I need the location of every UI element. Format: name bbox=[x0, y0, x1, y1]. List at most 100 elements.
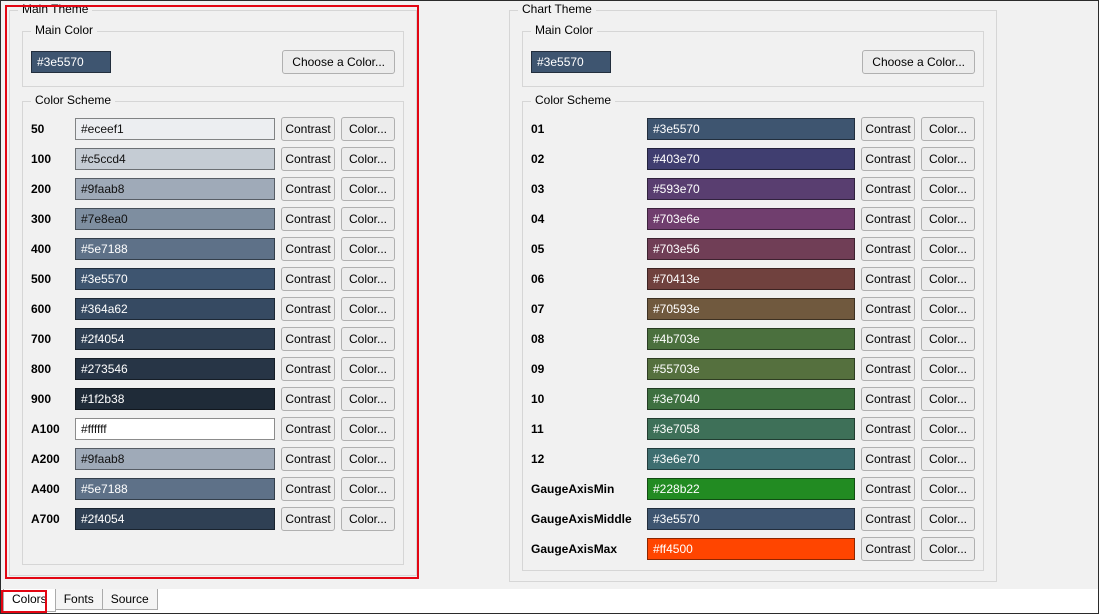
contrast-button[interactable]: Contrast bbox=[281, 447, 335, 471]
contrast-button[interactable]: Contrast bbox=[281, 507, 335, 531]
color-button[interactable]: Color... bbox=[921, 117, 975, 141]
tab-source[interactable]: Source bbox=[102, 589, 158, 610]
color-button[interactable]: Color... bbox=[341, 417, 395, 441]
color-value-field[interactable]: #593e70 bbox=[647, 178, 855, 200]
contrast-button[interactable]: Contrast bbox=[281, 207, 335, 231]
color-value-field[interactable]: #3e6e70 bbox=[647, 448, 855, 470]
color-value-field[interactable]: #273546 bbox=[75, 358, 275, 380]
color-button[interactable]: Color... bbox=[921, 477, 975, 501]
color-scheme-row: 08 #4b703e Contrast Color... bbox=[531, 328, 975, 350]
color-button[interactable]: Color... bbox=[921, 297, 975, 321]
color-value-field[interactable]: #364a62 bbox=[75, 298, 275, 320]
contrast-button[interactable]: Contrast bbox=[281, 267, 335, 291]
color-button[interactable]: Color... bbox=[341, 447, 395, 471]
color-value-field[interactable]: #228b22 bbox=[647, 478, 855, 500]
main-color-swatch[interactable]: #3e5570 bbox=[31, 51, 111, 73]
contrast-button[interactable]: Contrast bbox=[861, 357, 915, 381]
contrast-button[interactable]: Contrast bbox=[281, 117, 335, 141]
color-button[interactable]: Color... bbox=[341, 177, 395, 201]
contrast-button[interactable]: Contrast bbox=[861, 537, 915, 561]
color-value-field[interactable]: #c5ccd4 bbox=[75, 148, 275, 170]
color-button[interactable]: Color... bbox=[341, 297, 395, 321]
color-button[interactable]: Color... bbox=[341, 267, 395, 291]
contrast-button[interactable]: Contrast bbox=[861, 507, 915, 531]
color-button[interactable]: Color... bbox=[921, 237, 975, 261]
tab-fonts[interactable]: Fonts bbox=[55, 589, 103, 610]
contrast-button[interactable]: Contrast bbox=[861, 327, 915, 351]
color-value-field[interactable]: #ff4500 bbox=[647, 538, 855, 560]
color-value-field[interactable]: #70593e bbox=[647, 298, 855, 320]
color-button[interactable]: Color... bbox=[341, 387, 395, 411]
contrast-button[interactable]: Contrast bbox=[861, 387, 915, 411]
choose-color-button[interactable]: Choose a Color... bbox=[282, 50, 395, 74]
color-button[interactable]: Color... bbox=[341, 147, 395, 171]
main-theme-color-scheme-group: Color Scheme 50 #eceef1 Contrast Color..… bbox=[22, 101, 404, 565]
color-value-field[interactable]: #5e7188 bbox=[75, 478, 275, 500]
contrast-button[interactable]: Contrast bbox=[861, 177, 915, 201]
color-value-field[interactable]: #3e7058 bbox=[647, 418, 855, 440]
contrast-button[interactable]: Contrast bbox=[861, 267, 915, 291]
color-button[interactable]: Color... bbox=[921, 417, 975, 441]
color-value-field[interactable]: #55703e bbox=[647, 358, 855, 380]
color-value-field[interactable]: #703e56 bbox=[647, 238, 855, 260]
contrast-button[interactable]: Contrast bbox=[861, 447, 915, 471]
color-value-field[interactable]: #2f4054 bbox=[75, 508, 275, 530]
color-value-field[interactable]: #7e8ea0 bbox=[75, 208, 275, 230]
contrast-button[interactable]: Contrast bbox=[861, 417, 915, 441]
color-value-field[interactable]: #403e70 bbox=[647, 148, 855, 170]
color-button[interactable]: Color... bbox=[341, 327, 395, 351]
color-button[interactable]: Color... bbox=[921, 327, 975, 351]
color-value-field[interactable]: #9faab8 bbox=[75, 448, 275, 470]
color-button[interactable]: Color... bbox=[921, 357, 975, 381]
color-value-field[interactable]: #5e7188 bbox=[75, 238, 275, 260]
color-button[interactable]: Color... bbox=[921, 537, 975, 561]
color-button[interactable]: Color... bbox=[921, 387, 975, 411]
contrast-button[interactable]: Contrast bbox=[281, 327, 335, 351]
color-value-field[interactable]: #3e5570 bbox=[647, 118, 855, 140]
color-button[interactable]: Color... bbox=[921, 207, 975, 231]
main-color-swatch[interactable]: #3e5570 bbox=[531, 51, 611, 73]
color-button[interactable]: Color... bbox=[341, 117, 395, 141]
color-button[interactable]: Color... bbox=[341, 207, 395, 231]
contrast-button[interactable]: Contrast bbox=[861, 477, 915, 501]
color-scheme-row: 800 #273546 Contrast Color... bbox=[31, 358, 395, 380]
row-label: 12 bbox=[531, 452, 641, 466]
color-value-field[interactable]: #2f4054 bbox=[75, 328, 275, 350]
contrast-button[interactable]: Contrast bbox=[861, 207, 915, 231]
tab-colors[interactable]: Colors bbox=[3, 589, 56, 612]
color-value-field[interactable]: #9faab8 bbox=[75, 178, 275, 200]
color-value-field[interactable]: #3e7040 bbox=[647, 388, 855, 410]
color-button[interactable]: Color... bbox=[341, 237, 395, 261]
row-label: 700 bbox=[31, 332, 69, 346]
contrast-button[interactable]: Contrast bbox=[281, 357, 335, 381]
color-button[interactable]: Color... bbox=[921, 177, 975, 201]
color-button[interactable]: Color... bbox=[921, 267, 975, 291]
color-value-field[interactable]: #4b703e bbox=[647, 328, 855, 350]
color-button[interactable]: Color... bbox=[921, 507, 975, 531]
contrast-button[interactable]: Contrast bbox=[281, 177, 335, 201]
choose-color-button[interactable]: Choose a Color... bbox=[862, 50, 975, 74]
contrast-button[interactable]: Contrast bbox=[861, 297, 915, 321]
color-value-field[interactable]: #3e5570 bbox=[647, 508, 855, 530]
color-value-field[interactable]: #1f2b38 bbox=[75, 388, 275, 410]
contrast-button[interactable]: Contrast bbox=[281, 147, 335, 171]
contrast-button[interactable]: Contrast bbox=[281, 237, 335, 261]
color-button[interactable]: Color... bbox=[921, 147, 975, 171]
color-button[interactable]: Color... bbox=[341, 507, 395, 531]
main-color-title: Main Color bbox=[31, 23, 97, 37]
contrast-button[interactable]: Contrast bbox=[281, 417, 335, 441]
color-value-field[interactable]: #ffffff bbox=[75, 418, 275, 440]
color-button[interactable]: Color... bbox=[921, 447, 975, 471]
contrast-button[interactable]: Contrast bbox=[861, 147, 915, 171]
contrast-button[interactable]: Contrast bbox=[281, 387, 335, 411]
color-value-field[interactable]: #70413e bbox=[647, 268, 855, 290]
contrast-button[interactable]: Contrast bbox=[281, 477, 335, 501]
contrast-button[interactable]: Contrast bbox=[281, 297, 335, 321]
color-button[interactable]: Color... bbox=[341, 477, 395, 501]
color-value-field[interactable]: #3e5570 bbox=[75, 268, 275, 290]
color-button[interactable]: Color... bbox=[341, 357, 395, 381]
color-value-field[interactable]: #eceef1 bbox=[75, 118, 275, 140]
contrast-button[interactable]: Contrast bbox=[861, 237, 915, 261]
color-value-field[interactable]: #703e6e bbox=[647, 208, 855, 230]
contrast-button[interactable]: Contrast bbox=[861, 117, 915, 141]
